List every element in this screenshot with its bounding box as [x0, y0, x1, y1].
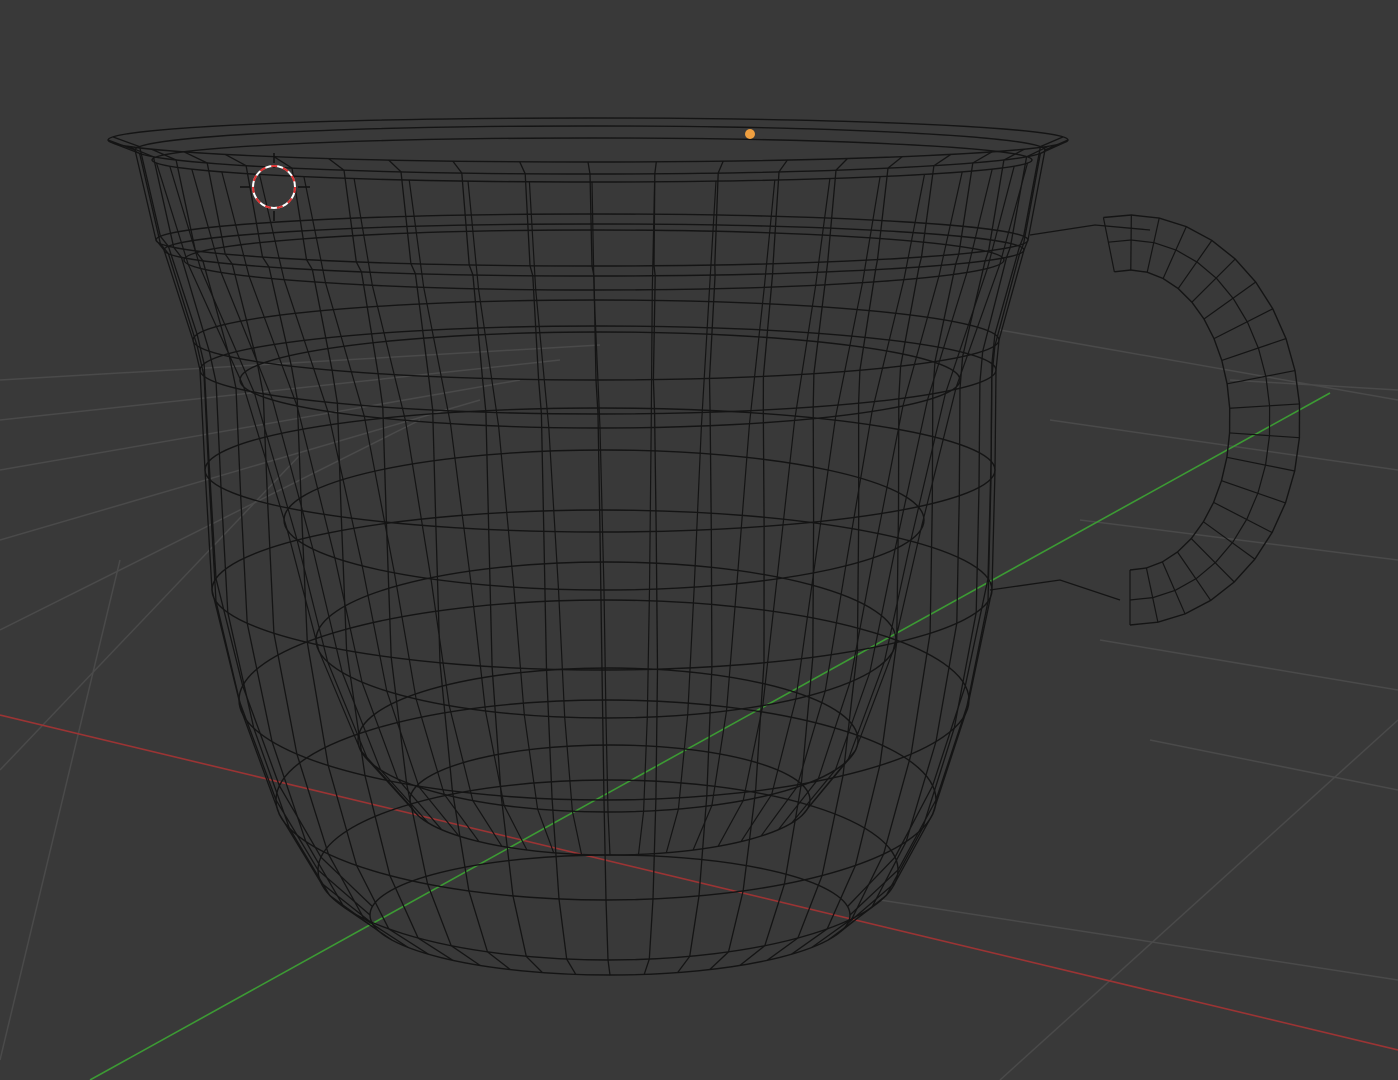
grid-line — [0, 454, 301, 771]
meridian-edge — [587, 161, 611, 976]
handle-inner-rail — [1114, 269, 1231, 571]
cup-wireframe-mesh[interactable] — [107, 117, 1069, 976]
grid-line — [0, 559, 121, 1061]
meridian-edge — [739, 158, 848, 967]
handle-ring-edge — [1161, 561, 1186, 615]
x-axis-line — [0, 714, 1398, 1051]
meridian-edge — [791, 153, 952, 955]
outer-edge-loop — [107, 117, 1069, 163]
handle-ring-edge — [1162, 226, 1187, 279]
grid-line — [1049, 419, 1398, 471]
grid-line — [1079, 519, 1398, 561]
handle-ring-edge — [1145, 567, 1159, 623]
inner-meridian-edge — [169, 166, 419, 816]
handle-ring-edge — [1213, 501, 1273, 534]
grid-line — [999, 329, 1398, 401]
grid-line — [0, 344, 601, 381]
meridian-edge — [709, 159, 788, 971]
inner-meridian-edge — [637, 181, 656, 855]
meridian-edge — [643, 161, 659, 975]
handle-ring-edge — [1229, 432, 1300, 439]
handle-ring-edge — [1226, 456, 1295, 472]
inner-edge-loop — [151, 137, 1033, 183]
handle-mid-rail — [1108, 239, 1271, 601]
inner-meridian-edge — [353, 178, 503, 847]
handle-ring-edge — [1221, 480, 1286, 504]
grid-line — [0, 419, 421, 631]
handle-ring-edge — [1203, 281, 1257, 320]
handle-ring-edge — [1190, 538, 1235, 583]
meridian-edge — [827, 148, 1025, 941]
inner-meridian-edge — [528, 181, 583, 855]
grid-line — [879, 899, 1398, 981]
y-axis-line — [89, 392, 1331, 1080]
grid-line — [1229, 379, 1398, 391]
floor-grid — [0, 329, 1398, 1080]
inner-meridian-edge — [303, 176, 480, 842]
cup-handle-mesh[interactable] — [989, 214, 1301, 626]
grid-line — [999, 719, 1398, 1080]
grid-line — [1099, 639, 1398, 691]
meridian-edge — [388, 159, 511, 971]
outer-edge-loop — [369, 854, 851, 976]
handle-ring-edge — [1191, 258, 1236, 303]
handle-ring-edge — [1177, 240, 1213, 289]
handle-ring-edge — [1146, 217, 1160, 273]
inner-meridian-edge — [191, 168, 429, 824]
object-origin-icon — [745, 129, 755, 139]
handle-ring-edge — [1229, 403, 1300, 409]
handle-ring-edge — [1221, 338, 1287, 361]
viewport-canvas[interactable] — [0, 0, 1398, 1080]
meridian-edge — [107, 139, 371, 916]
handle-ring-edge — [1130, 215, 1132, 271]
handle-bottom-joint — [989, 579, 1121, 601]
handle-ring-edge — [1176, 551, 1212, 601]
handle-ring-edge — [1213, 308, 1274, 340]
handle-top-joint — [1029, 224, 1151, 236]
grid-line — [1149, 739, 1398, 791]
3d-viewport[interactable] — [0, 0, 1398, 1080]
